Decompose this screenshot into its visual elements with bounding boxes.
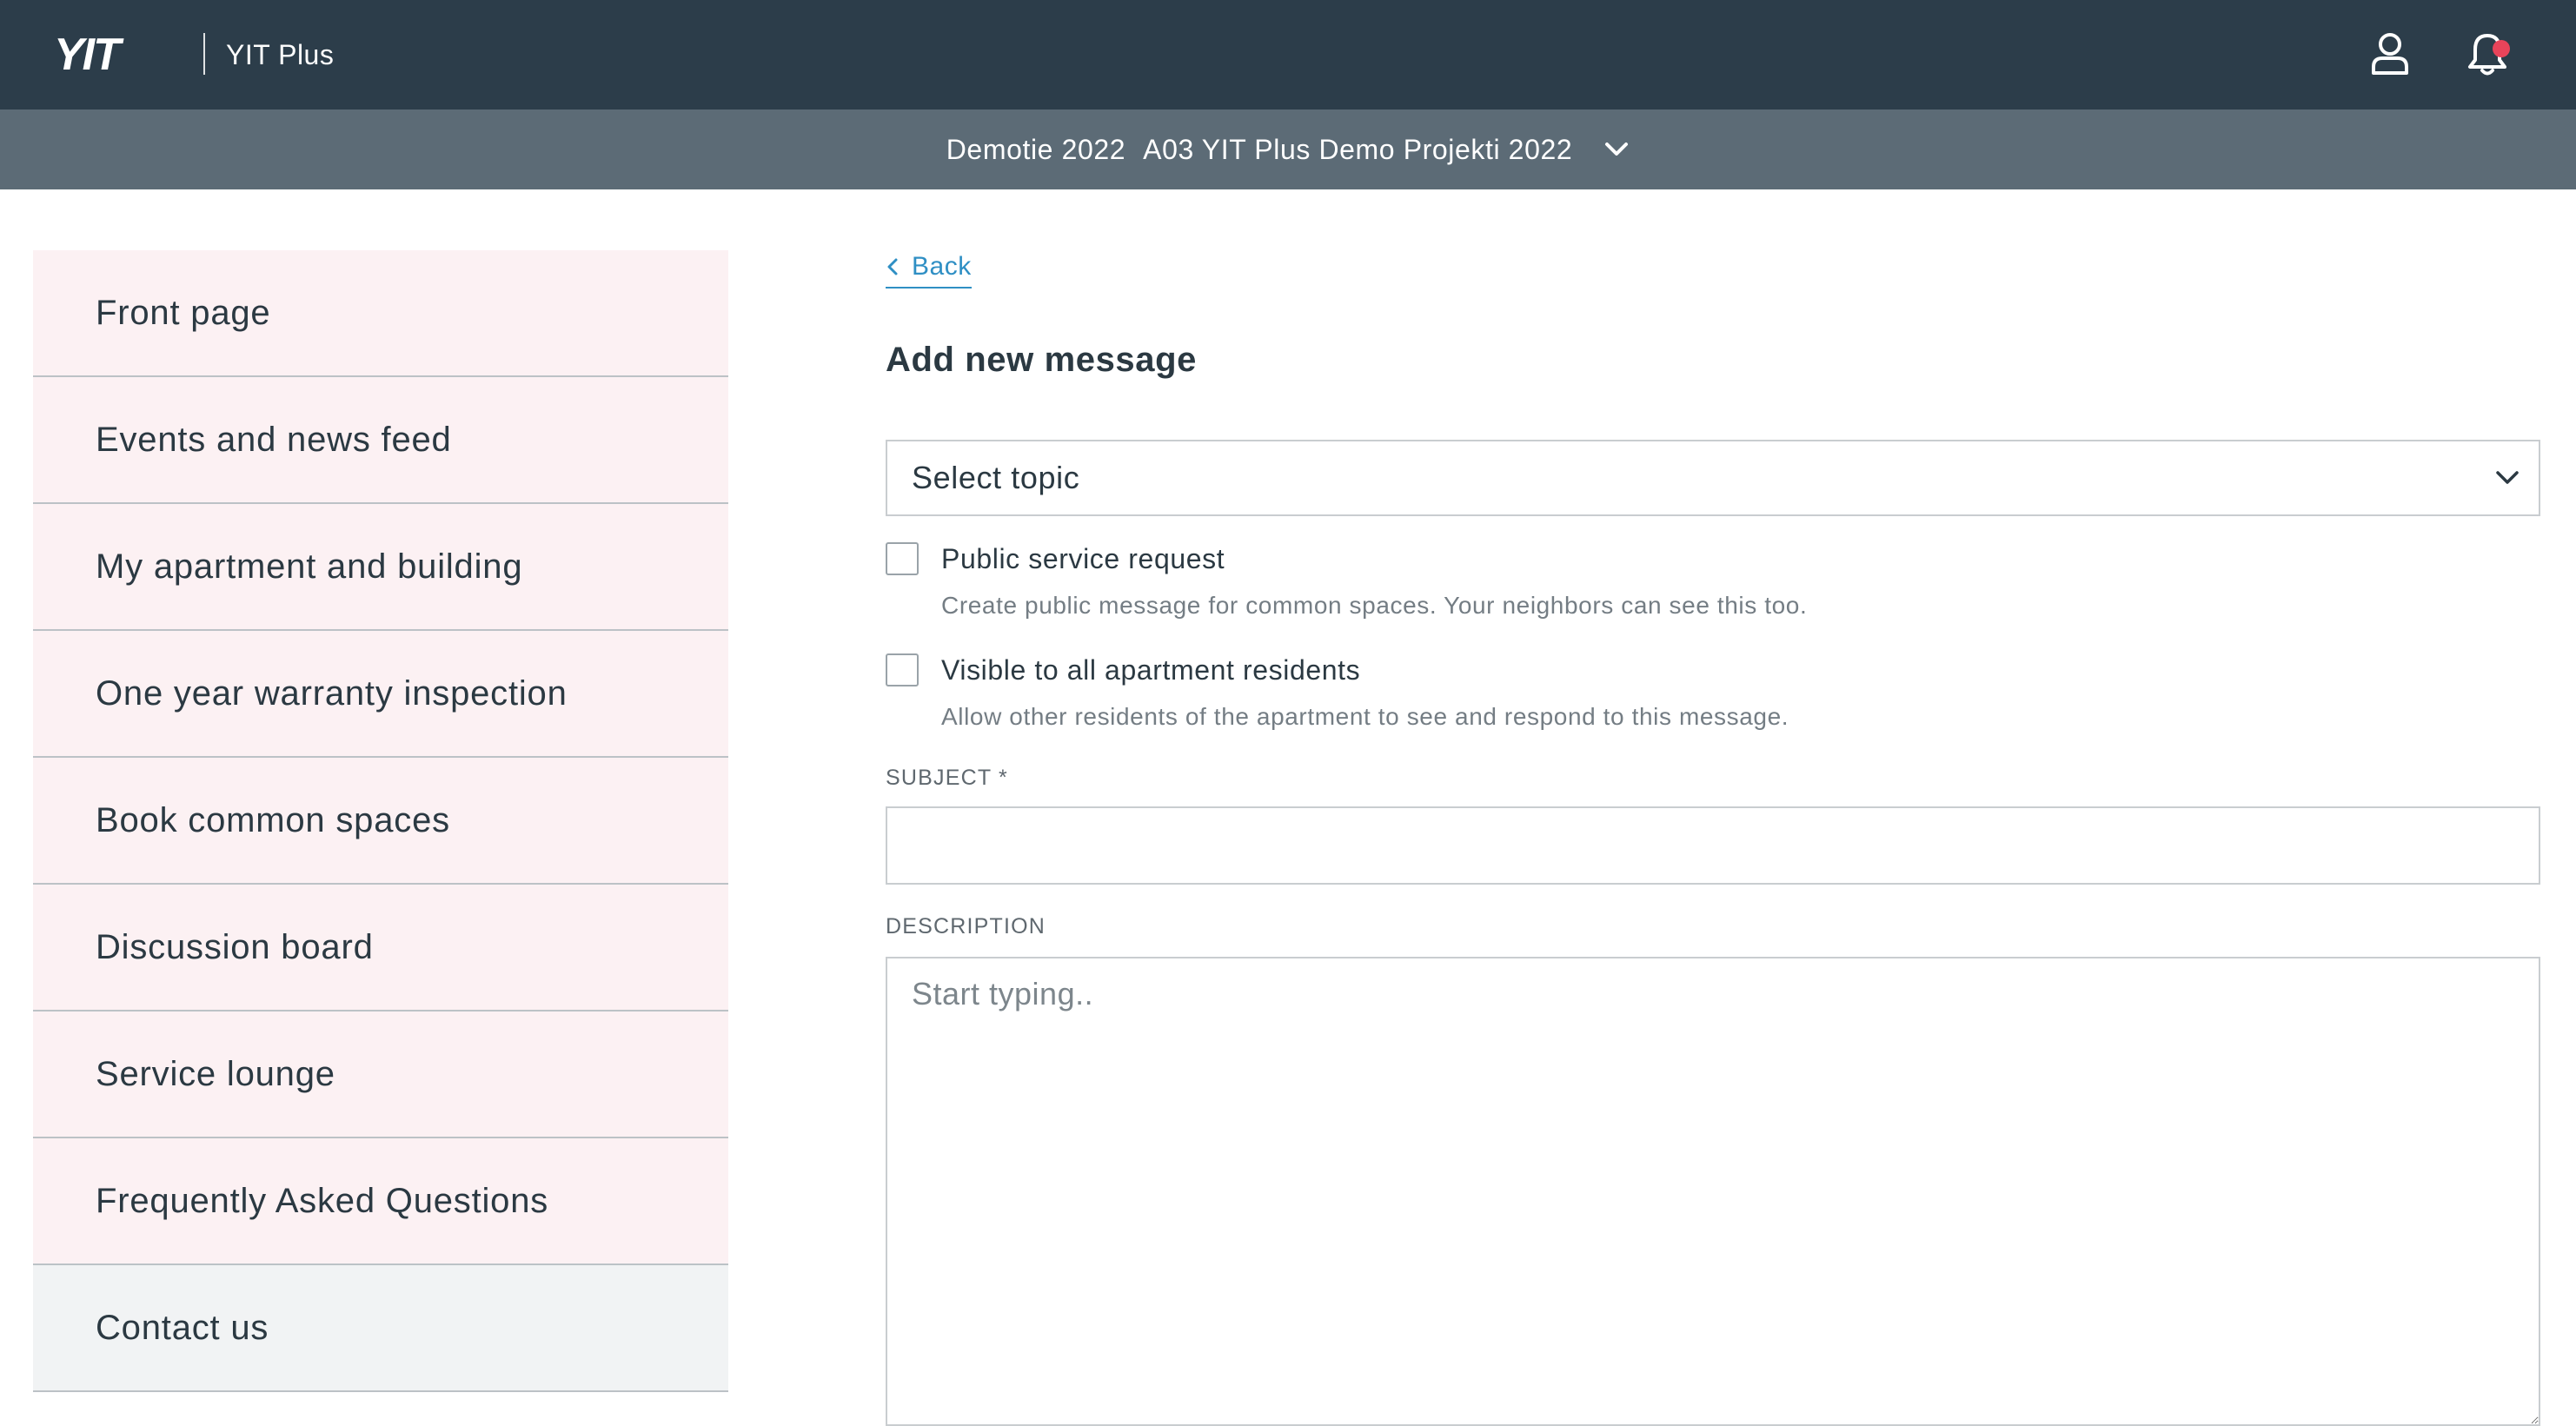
topic-select[interactable]: Select topic: [886, 440, 2540, 516]
chevron-down-icon: [2496, 471, 2519, 484]
chevron-down-icon[interactable]: [1603, 141, 1630, 158]
project-selector[interactable]: Demotie 2022 A03 YIT Plus Demo Projekti …: [0, 109, 2576, 189]
sidebar-item-book-common-spaces[interactable]: Book common spaces: [33, 758, 728, 885]
visible-residents-help: Allow other residents of the apartment t…: [941, 703, 1789, 730]
page-title: Add new message: [886, 341, 1198, 379]
public-request-checkbox[interactable]: [886, 542, 919, 575]
public-request-label: Public service request: [941, 542, 1225, 574]
top-bar: YIT YIT Plus: [0, 0, 2576, 109]
sidebar-item-warranty-inspection[interactable]: One year warranty inspection: [33, 631, 728, 758]
public-request-help: Create public message for common spaces.…: [941, 592, 1808, 619]
back-link[interactable]: Back: [886, 250, 972, 289]
sidebar-item-events-news[interactable]: Events and news feed: [33, 377, 728, 504]
subject-field[interactable]: [886, 806, 2540, 885]
yit-logo[interactable]: YIT: [54, 31, 183, 75]
visible-residents-checkbox[interactable]: [886, 653, 919, 686]
topic-select-value: Select topic: [912, 460, 1080, 495]
sidebar-item-front-page[interactable]: Front page: [33, 250, 728, 377]
sidebar-item-discussion-board[interactable]: Discussion board: [33, 885, 728, 1011]
sidebar-item-contact-us[interactable]: Contact us: [33, 1265, 728, 1392]
public-request-row: Public service request: [886, 542, 1225, 575]
sidebar-item-service-lounge[interactable]: Service lounge: [33, 1011, 728, 1138]
back-label: Back: [912, 252, 972, 281]
description-label: DESCRIPTION: [886, 914, 1046, 939]
logo-text: YIT: [54, 31, 124, 75]
project-code: Demotie 2022: [946, 133, 1126, 165]
visible-residents-label: Visible to all apartment residents: [941, 653, 1361, 686]
app-name: YIT Plus: [226, 39, 335, 70]
visible-residents-row: Visible to all apartment residents: [886, 653, 1360, 686]
sidebar-nav: Front page Events and news feed My apart…: [33, 250, 728, 1392]
project-name: A03 YIT Plus Demo Projekti 2022: [1143, 133, 1573, 165]
logo-divider: [203, 33, 205, 75]
chevron-left-icon: [887, 258, 898, 275]
sidebar-item-my-apartment[interactable]: My apartment and building: [33, 504, 728, 631]
subject-label: SUBJECT *: [886, 766, 1008, 790]
sidebar-item-faq[interactable]: Frequently Asked Questions: [33, 1138, 728, 1265]
description-field[interactable]: [886, 957, 2540, 1426]
user-icon[interactable]: [2366, 30, 2414, 78]
notification-badge: [2493, 40, 2510, 57]
